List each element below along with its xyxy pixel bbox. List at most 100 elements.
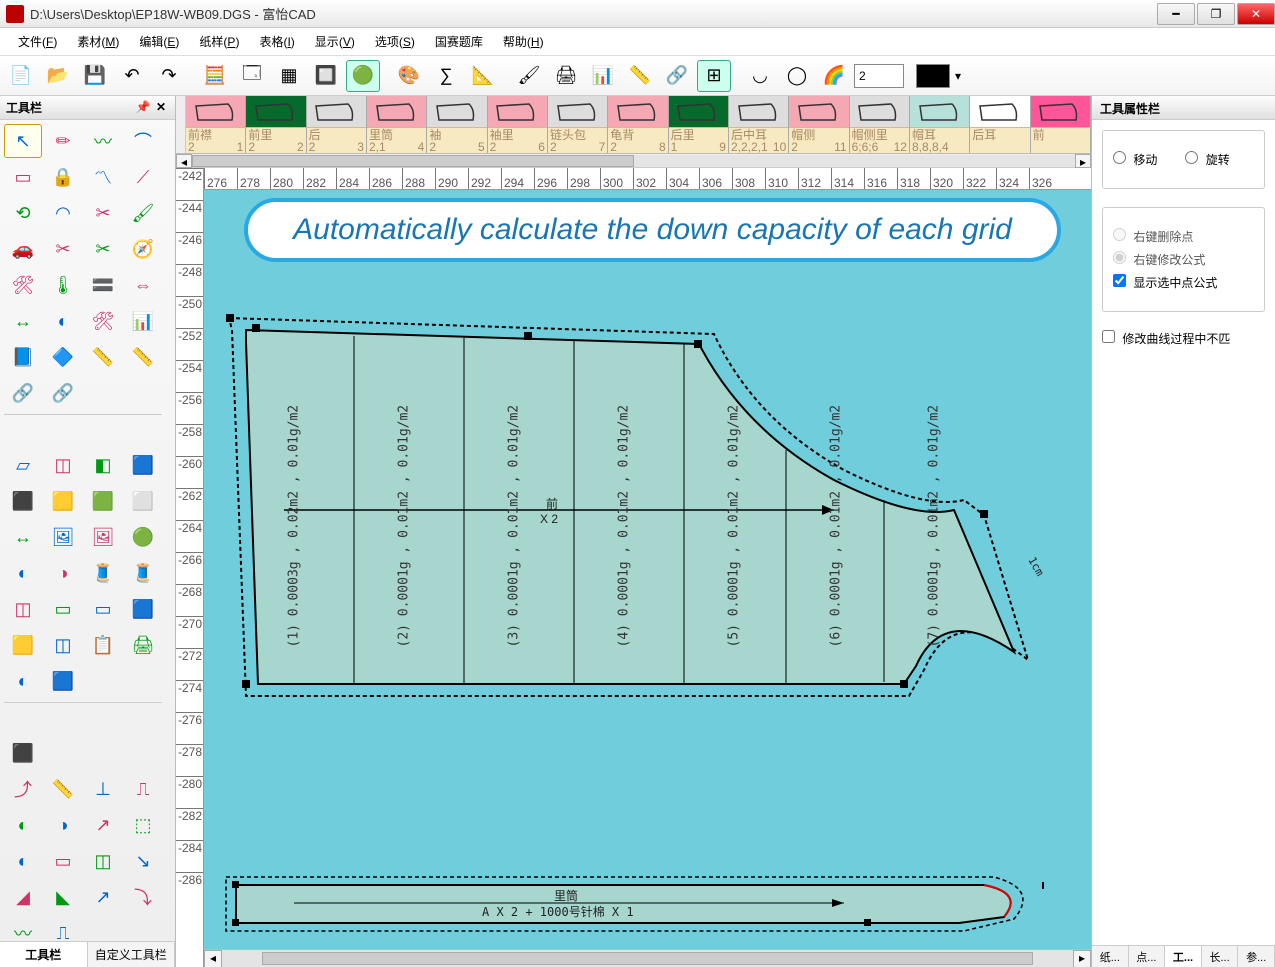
tool3-icon-5[interactable]: 📏 — [44, 772, 82, 806]
menu-file[interactable]: 文件(F) — [8, 29, 67, 54]
menu-table[interactable]: 表格(I) — [249, 29, 304, 54]
tool2-icon-19[interactable]: 🟦 — [124, 592, 162, 626]
tool-icon-24[interactable]: 📘 — [4, 340, 42, 374]
sigma-button[interactable]: ∑ — [429, 60, 463, 92]
chart-icon[interactable]: 📊 — [586, 60, 620, 92]
tool2-icon-6[interactable]: 🟩 — [84, 484, 122, 518]
close-button[interactable]: ✕ — [1237, 3, 1275, 25]
panel-pin-icon[interactable]: 📌 — [135, 100, 151, 116]
tool-icon-10[interactable]: ✂ — [84, 196, 122, 230]
printer-icon[interactable]: 🖨 — [549, 60, 583, 92]
tool2-icon-21[interactable]: ◫ — [44, 628, 82, 662]
color-picker-button[interactable]: 🎨 — [392, 60, 426, 92]
tool2-icon-0[interactable]: ▱ — [4, 448, 42, 482]
menu-pattern[interactable]: 纸样(P) — [189, 29, 249, 54]
tool2-icon-25[interactable]: 🟦 — [44, 664, 82, 698]
tool-icon-7[interactable]: ⟋ — [124, 160, 162, 194]
canvas-scroll-left[interactable]: ◂ — [204, 950, 222, 967]
piece-thumb-0[interactable]: 前襟21 — [186, 96, 246, 153]
tool2-icon-7[interactable]: ⬜ — [124, 484, 162, 518]
tool-icon-17[interactable]: 🌡 — [44, 268, 82, 302]
tool2-icon-9[interactable]: 🖼 — [44, 520, 82, 554]
tool3-icon-12[interactable]: ◐ — [4, 844, 42, 878]
table-icon[interactable]: 🗔 — [235, 60, 269, 92]
piece-thumb-9[interactable]: 后中耳2,2,2,110 — [729, 96, 789, 153]
new-file-button[interactable]: 📄 — [4, 60, 38, 92]
grid-icon[interactable]: ▦ — [272, 60, 306, 92]
save-button[interactable]: 💾 — [78, 60, 112, 92]
tool2-icon-5[interactable]: 🟨 — [44, 484, 82, 518]
tool2-icon-1[interactable]: ◫ — [44, 448, 82, 482]
panel-close-icon[interactable]: ✕ — [153, 100, 169, 116]
tool-icon-21[interactable]: ◐ — [44, 304, 82, 338]
tool3-icon-13[interactable]: ▭ — [44, 844, 82, 878]
menu-contest[interactable]: 国赛题库 — [425, 29, 493, 54]
tool2-icon-10[interactable]: 🖼 — [84, 520, 122, 554]
check-curve-nomatch[interactable]: 修改曲线过程中不匹 — [1102, 330, 1230, 347]
piece-thumb-4[interactable]: 袖25 — [427, 96, 487, 153]
piece-thumb-11[interactable]: 帽侧里6;6;612 — [850, 96, 910, 153]
left-tab-custom[interactable]: 自定义工具栏 — [88, 942, 176, 967]
minimize-button[interactable]: ━ — [1157, 3, 1195, 25]
tool2-icon-8[interactable]: ↔ — [4, 520, 42, 554]
tool-icon-16[interactable]: 🛠 — [4, 268, 42, 302]
radio-edit-formula[interactable]: 右键修改公式 — [1113, 251, 1205, 268]
tool-icon-14[interactable]: ✂ — [84, 232, 122, 266]
color-swatch[interactable] — [916, 64, 950, 88]
tool3-icon-16[interactable]: ◢ — [4, 880, 42, 914]
toolbar-value-field[interactable] — [854, 64, 904, 88]
redo-button[interactable]: ↷ — [152, 60, 186, 92]
tool2-icon-23[interactable]: 🖨 — [124, 628, 162, 662]
open-file-button[interactable]: 📂 — [41, 60, 75, 92]
piece-thumb-7[interactable]: 龟背28 — [608, 96, 668, 153]
tool-icon-3[interactable]: ⌒ — [124, 124, 162, 158]
tool2-icon-14[interactable]: 🧵 — [84, 556, 122, 590]
tool3-icon-14[interactable]: ◫ — [84, 844, 122, 878]
check-show-midpoint[interactable]: 显示选中点公式 — [1113, 274, 1217, 291]
tool-icon-12[interactable]: 🚗 — [4, 232, 42, 266]
tool3-icon-4[interactable]: ⤴ — [4, 772, 42, 806]
radio-move[interactable]: 移动 — [1113, 151, 1157, 168]
tool3-icon-3[interactable] — [124, 736, 162, 770]
tool-icon-2[interactable]: 〰 — [84, 124, 122, 158]
properties-tab-2[interactable]: 工... — [1165, 946, 1202, 967]
tool3-icon-7[interactable]: ⎍ — [124, 772, 162, 806]
snap-toggle[interactable]: ⊞ — [697, 60, 731, 92]
tool2-icon-15[interactable]: 🧵 — [124, 556, 162, 590]
tool-icon-8[interactable]: ⟲ — [4, 196, 42, 230]
tool-icon-26[interactable]: 📏 — [84, 340, 122, 374]
pattern-piece-front[interactable]: (1) 0.0003g , 0.02m2 , 0.01g/m2(2) 0.000… — [224, 310, 1044, 700]
circle-icon[interactable]: ◯ — [780, 60, 814, 92]
tool2-icon-13[interactable]: ◑ — [44, 556, 82, 590]
tool2-icon-17[interactable]: ▭ — [44, 592, 82, 626]
properties-tab-1[interactable]: 点... — [1129, 946, 1166, 967]
tool3-icon-1[interactable] — [44, 736, 82, 770]
pieces-scrollbar[interactable]: ◂ ▸ — [176, 154, 1091, 168]
tool2-icon-24[interactable]: ◐ — [4, 664, 42, 698]
piece-thumb-5[interactable]: 袖里26 — [488, 96, 548, 153]
tool3-icon-8[interactable]: ◐ — [4, 808, 42, 842]
piece-thumb-6[interactable]: 链头包27 — [548, 96, 608, 153]
tool3-icon-6[interactable]: ⊥ — [84, 772, 122, 806]
piece-thumb-12[interactable]: 帽耳8,8,8,4 — [910, 96, 970, 153]
tool-icon-22[interactable]: 🛠 — [84, 304, 122, 338]
window-split-icon[interactable]: 🔲 — [309, 60, 343, 92]
piece-thumb-13[interactable]: 后耳 — [970, 96, 1030, 153]
tool2-icon-20[interactable]: 🟨 — [4, 628, 42, 662]
tool3-icon-18[interactable]: ↗ — [84, 880, 122, 914]
tool3-icon-21[interactable]: ⎍ — [44, 916, 82, 941]
piece-thumb-14[interactable]: 前 — [1031, 96, 1091, 153]
tool3-icon-19[interactable]: ⤵ — [124, 880, 162, 914]
menu-display[interactable]: 显示(V) — [305, 29, 365, 54]
menu-options[interactable]: 选项(S) — [365, 29, 425, 54]
tool-icon-11[interactable]: 🖌 — [124, 196, 162, 230]
arc-icon[interactable]: ◡ — [743, 60, 777, 92]
tool3-icon-11[interactable]: ⬚ — [124, 808, 162, 842]
tool-icon-23[interactable]: 📊 — [124, 304, 162, 338]
tool2-icon-22[interactable]: 📋 — [84, 628, 122, 662]
tool3-icon-0[interactable]: ⬛ — [4, 736, 42, 770]
tool-icon-9[interactable]: ◠ — [44, 196, 82, 230]
properties-tab-4[interactable]: 参... — [1238, 946, 1275, 967]
menu-edit[interactable]: 编辑(E) — [129, 29, 189, 54]
tool-icon-20[interactable]: ↔ — [4, 304, 42, 338]
